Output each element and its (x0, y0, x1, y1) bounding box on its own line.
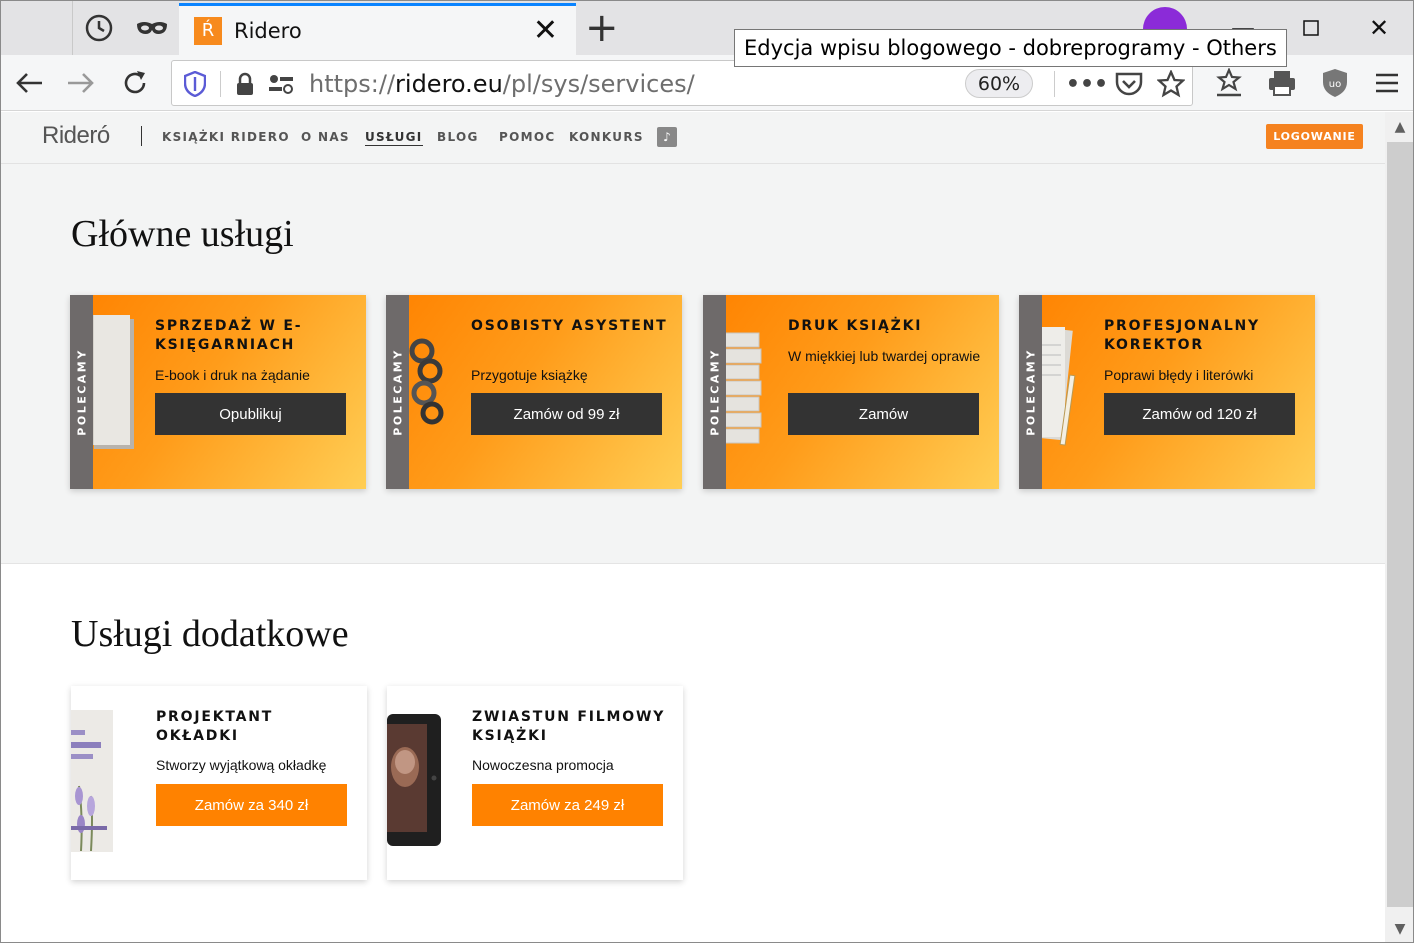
new-tab-icon[interactable]: + (585, 5, 619, 51)
service-card-proofreader: POLECAMY PROFESJONALNY KOREKTOR Poprawi … (1019, 295, 1315, 489)
order-proofreader-button[interactable]: Zamów od 120 zł (1104, 393, 1295, 435)
permissions-icon[interactable] (266, 67, 296, 101)
bookmark-star-icon[interactable] (1154, 67, 1188, 101)
url-divider (220, 71, 221, 97)
card-title: PROFESJONALNY KOREKTOR (1104, 318, 1260, 353)
card-description: W miękkiej lub twardej oprawie (788, 348, 981, 364)
url-domain: ridero.eu (395, 70, 503, 98)
nav-ksiazki-ridero[interactable]: KSIĄŻKI RIDERO (162, 130, 290, 144)
browser-window: Ŕ Ridero ✕ + — ✕ Edycja wpisu blogowego … (0, 0, 1414, 943)
back-icon[interactable] (7, 55, 51, 111)
history-icon[interactable] (75, 1, 123, 55)
tab-tooltip: Edycja wpisu blogowego - dobreprogramy -… (734, 29, 1287, 67)
pocket-icon[interactable] (1112, 67, 1146, 101)
ridero-favicon-icon: Ŕ (194, 16, 222, 45)
card-description: Stworzy wyjątkową okładkę (156, 757, 327, 773)
close-icon[interactable]: ✕ (533, 16, 558, 46)
ribbon-label: POLECAMY (391, 348, 404, 436)
page-scrollbar[interactable]: ▲ ▼ (1385, 112, 1413, 942)
main-services-title: Główne usługi (71, 213, 294, 255)
zoom-indicator[interactable]: 60% (965, 69, 1033, 98)
book-stack-illustration-icon (722, 332, 762, 444)
service-card-print: POLECAMY DRUK KSIĄŻKI W miękkiej lub twa… (703, 295, 999, 489)
ribbon-label: POLECAMY (708, 348, 721, 436)
card-title: SPRZEDAŻ W E-KSIĘGARNIACH (155, 318, 303, 353)
maximize-icon[interactable] (1283, 1, 1339, 55)
nav-pomoc[interactable]: POMOC (499, 130, 555, 144)
login-button[interactable]: LOGOWANIE (1266, 124, 1363, 149)
window-close-icon[interactable]: ✕ (1351, 1, 1407, 55)
card-title: ZWIASTUN FILMOWY KSIĄŻKI (472, 709, 666, 744)
ublock-icon[interactable]: uo (1313, 55, 1357, 111)
phone-icon[interactable]: ♪ (657, 127, 677, 147)
tab-ridero[interactable]: Ŕ Ridero ✕ (179, 3, 576, 55)
nav-blog[interactable]: BLOG (437, 130, 479, 144)
ribbon-label: POLECAMY (1024, 348, 1037, 436)
nav-o-nas[interactable]: O NAS (301, 130, 350, 144)
tab-title: Ridero (234, 18, 302, 43)
service-card-trailer: ZWIASTUN FILMOWY KSIĄŻKI Nowoczesna prom… (387, 686, 683, 880)
reload-icon[interactable] (113, 55, 157, 111)
card-title: PROJEKTANT OKŁADKI (156, 709, 274, 744)
url-prefix: https:// (309, 70, 396, 98)
ebook-illustration-icon (90, 315, 134, 449)
scroll-up-icon[interactable]: ▲ (1385, 112, 1413, 142)
card-description: E-book i druk na żądanie (155, 367, 310, 383)
nav-uslugi[interactable]: USŁUGI (365, 130, 423, 146)
cover-illustration-icon (71, 710, 113, 852)
url-text[interactable]: https://ridero.eu/pl/sys/services/ (309, 70, 695, 98)
card-description: Poprawi błędy i literówki (1104, 367, 1254, 383)
ribbon-label: POLECAMY (75, 348, 88, 436)
header-separator (141, 126, 142, 146)
order-assistant-button[interactable]: Zamów od 99 zł (471, 393, 662, 435)
card-title: DRUK KSIĄŻKI (788, 318, 923, 334)
forward-icon[interactable] (59, 55, 103, 111)
service-card-assistant: POLECAMY OSOBISTY ASYSTENT Przygotuje ks… (386, 295, 682, 489)
card-title: OSOBISTY ASYSTENT (471, 318, 668, 334)
recommended-ribbon: POLECAMY (386, 295, 409, 489)
tab-strip-left (1, 1, 73, 55)
card-description: Przygotuje książkę (471, 367, 588, 383)
scroll-down-icon[interactable]: ▼ (1385, 914, 1413, 942)
menu-icon[interactable] (1367, 55, 1407, 111)
recommended-ribbon: POLECAMY (1019, 295, 1042, 489)
url-path: /pl/sys/services/ (502, 70, 695, 98)
ridero-logo[interactable]: Rideró (42, 122, 110, 150)
card-description: Nowoczesna promocja (472, 757, 614, 773)
service-card-cover-designer: PROJEKTANT OKŁADKI Stworzy wyjątkową okł… (71, 686, 367, 880)
main-services-section: Główne usługi POLECAMY SPRZEDAŻ W E-KSIĘ… (1, 164, 1385, 564)
url-divider-right (1054, 71, 1055, 97)
shield-icon[interactable] (180, 67, 210, 101)
order-print-button[interactable]: Zamów (788, 393, 979, 435)
site-header: Rideró KSIĄŻKI RIDERO O NAS USŁUGI BLOG … (1, 112, 1385, 164)
private-mask-icon[interactable] (127, 1, 177, 55)
publish-button[interactable]: Opublikuj (155, 393, 346, 435)
additional-services-title: Usługi dodatkowe (71, 613, 349, 655)
scroll-thumb[interactable] (1387, 142, 1413, 907)
order-trailer-button[interactable]: Zamów za 249 zł (472, 784, 663, 826)
web-page: Rideró KSIĄŻKI RIDERO O NAS USŁUGI BLOG … (1, 112, 1385, 942)
order-cover-button[interactable]: Zamów za 340 zł (156, 784, 347, 826)
tablet-illustration-icon (387, 714, 441, 846)
more-icon[interactable]: ••• (1066, 67, 1108, 101)
svg-text:uo: uo (1329, 79, 1341, 90)
nav-konkurs[interactable]: KONKURS (569, 130, 644, 144)
service-card-ebook: POLECAMY SPRZEDAŻ W E-KSIĘGARNIACH E-boo… (70, 295, 366, 489)
recommended-ribbon: POLECAMY (703, 295, 726, 489)
lock-icon[interactable] (232, 67, 258, 101)
recommended-ribbon: POLECAMY (70, 295, 93, 489)
